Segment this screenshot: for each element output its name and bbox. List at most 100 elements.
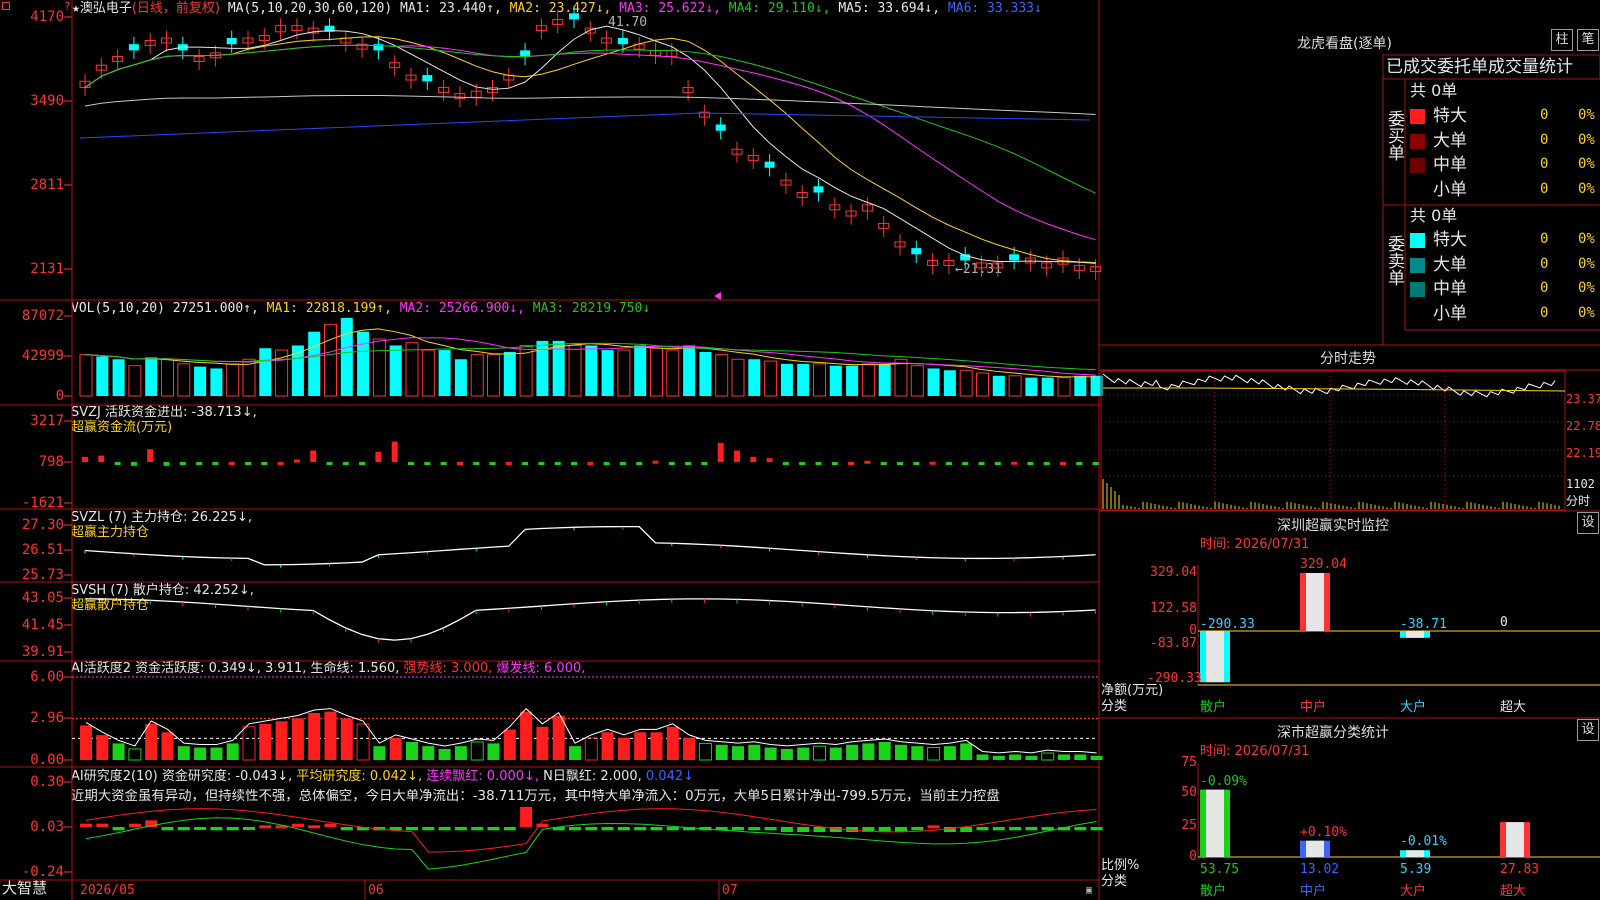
bar-mode-button[interactable]: 柱 bbox=[1551, 29, 1573, 51]
volume-bar bbox=[748, 359, 761, 396]
volume-bar bbox=[666, 349, 680, 397]
activity-bar bbox=[683, 737, 696, 760]
sell-row-swatch bbox=[1410, 233, 1425, 248]
fund-flow-bar bbox=[163, 462, 170, 466]
activity-bar bbox=[275, 721, 288, 760]
sell-row-name: 大单 bbox=[1433, 254, 1467, 275]
tick-mode-button[interactable]: 笔 bbox=[1577, 29, 1599, 51]
volume-bar bbox=[145, 357, 158, 396]
research-bar bbox=[748, 827, 761, 831]
fund-flow-bar bbox=[147, 449, 154, 462]
szs-category: 散户 bbox=[1200, 884, 1227, 899]
research-bar bbox=[210, 827, 223, 831]
candle bbox=[1009, 254, 1020, 261]
fund-flow-bar bbox=[375, 451, 382, 462]
activity-bar bbox=[1058, 754, 1070, 760]
activity-bar bbox=[242, 726, 256, 761]
volume-bar bbox=[764, 360, 778, 397]
szs-value: 5.39 bbox=[1400, 862, 1432, 877]
volume-bar bbox=[405, 342, 419, 397]
candle bbox=[813, 186, 824, 193]
sz-monitor-settings-button[interactable]: 设 bbox=[1577, 512, 1599, 534]
sell-row-name: 特大 bbox=[1433, 230, 1467, 250]
volume-bar bbox=[731, 358, 745, 397]
volume-bar bbox=[634, 345, 647, 396]
szm-bar-value: -290.33 bbox=[1200, 617, 1255, 632]
activity-bar bbox=[210, 747, 223, 760]
research-bar bbox=[487, 827, 500, 831]
sz-stats-settings-button[interactable]: 设 bbox=[1577, 719, 1599, 741]
sz-monitor-ylabel: 净额(万元) bbox=[1101, 683, 1164, 698]
minute-vol-axis: 1102 bbox=[1566, 477, 1595, 491]
fund-flow-bar bbox=[1027, 462, 1034, 465]
candle bbox=[520, 50, 531, 57]
volume-bar bbox=[585, 345, 598, 396]
volume-bar bbox=[79, 354, 93, 397]
fund-flow-bar bbox=[929, 461, 936, 465]
fund-flow-bar bbox=[1092, 462, 1099, 465]
activity-bar bbox=[715, 744, 728, 760]
activity-bar bbox=[470, 741, 484, 761]
minute-frame bbox=[1100, 370, 1566, 511]
fund-flow-bar bbox=[293, 459, 300, 463]
szs-change: -0.09% bbox=[1200, 773, 1247, 789]
candle bbox=[226, 38, 237, 45]
volume-bar bbox=[372, 338, 386, 397]
sell-row-swatch bbox=[1410, 282, 1425, 297]
activity-bar bbox=[911, 746, 924, 760]
research-bar bbox=[1074, 827, 1087, 831]
volume-bar bbox=[992, 375, 1005, 396]
volume-bar bbox=[128, 365, 142, 397]
szs-axis-tick: 0 bbox=[1189, 849, 1197, 864]
volume-bar bbox=[1074, 375, 1087, 396]
szs-value: 53.75 bbox=[1200, 862, 1240, 877]
volume-bar bbox=[470, 354, 484, 397]
fund-flow-bar bbox=[342, 462, 349, 465]
activity-bar bbox=[732, 746, 744, 760]
activity-bar bbox=[194, 747, 207, 760]
activity-bar bbox=[960, 743, 973, 760]
research-bar bbox=[291, 823, 304, 827]
buy-row-name: 小单 bbox=[1433, 179, 1467, 200]
activity-bar bbox=[748, 744, 761, 760]
research-bar bbox=[797, 827, 810, 832]
fund-flow-bar bbox=[359, 462, 366, 465]
fund-flow-bar bbox=[538, 462, 545, 465]
dragon-tiger-title: 龙虎看盘(逐单) bbox=[1297, 36, 1392, 52]
szm-axis-tick: 122.58 bbox=[1150, 601, 1197, 616]
fund-flow-bar bbox=[440, 462, 447, 465]
activity-bar bbox=[438, 748, 451, 760]
minute-vol-unit: 分时 bbox=[1566, 494, 1591, 508]
deal-stats-headline: 已成交委托单成交量统计 bbox=[1386, 57, 1573, 77]
buy-row-name: 特大 bbox=[1433, 106, 1467, 126]
sz-stats-time: 时间: 2026/07/31 bbox=[1200, 744, 1310, 759]
volume-bar bbox=[797, 363, 810, 396]
szm-bar-value: -38.71 bbox=[1400, 617, 1447, 632]
research-bar bbox=[177, 827, 190, 831]
fund-flow-bar bbox=[130, 462, 137, 466]
activity-bar bbox=[698, 742, 712, 761]
candle bbox=[128, 44, 139, 51]
fund-flow-bar bbox=[456, 462, 463, 465]
activity-bar bbox=[520, 711, 533, 760]
szm-bar-highlight bbox=[1406, 631, 1424, 638]
fund-flow-bar bbox=[799, 462, 806, 465]
research-bar bbox=[813, 827, 826, 832]
activity-bar bbox=[666, 726, 679, 760]
activity-bar bbox=[454, 746, 467, 760]
activity-bar bbox=[128, 748, 142, 761]
fund-flow-bar bbox=[473, 462, 480, 465]
fund-flow-bar bbox=[424, 462, 431, 465]
volume-bar bbox=[683, 345, 696, 396]
minute-trend-title: 分时走势 bbox=[1320, 351, 1376, 367]
fund-flow-bar bbox=[994, 462, 1001, 465]
ma4-line bbox=[84, 44, 1096, 194]
research-bar bbox=[992, 827, 1005, 831]
activity-bar bbox=[650, 732, 663, 760]
sz-stats-ylabel: 比例% bbox=[1101, 858, 1140, 873]
research-bar bbox=[112, 827, 125, 831]
fund-flow-bar bbox=[505, 462, 512, 465]
activity-bar bbox=[976, 754, 989, 760]
volume-bar bbox=[308, 331, 321, 396]
szm-category: 中户 bbox=[1300, 700, 1327, 715]
